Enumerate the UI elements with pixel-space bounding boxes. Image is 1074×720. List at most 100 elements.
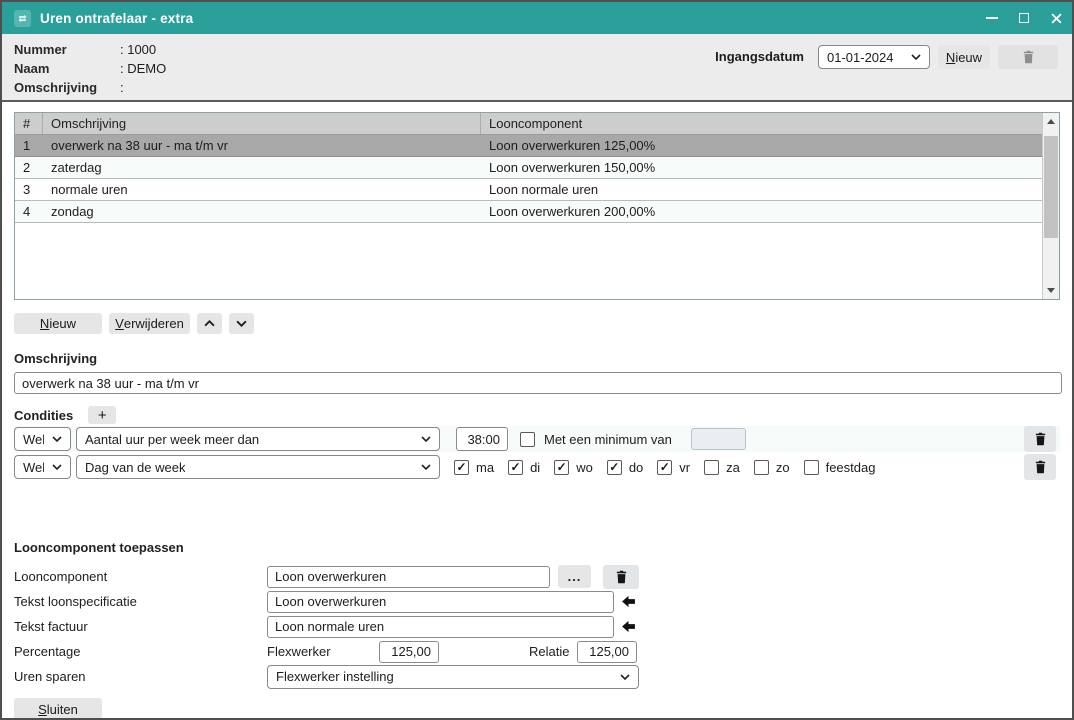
nieuw-row-button[interactable]: Nieuw xyxy=(14,313,102,334)
tekst-loonspecificatie-input[interactable] xyxy=(267,591,614,613)
day-checkbox-wo[interactable] xyxy=(554,460,569,475)
col-num[interactable]: # xyxy=(15,113,43,134)
row-looncomponent: Loon overwerkuren 200,00% xyxy=(481,201,1042,222)
day-label: vr xyxy=(679,460,690,475)
record-fields: Nummer : 1000 Naam : DEMO Omschrijving : xyxy=(14,40,715,100)
day-checkbox-item: wo xyxy=(554,460,593,475)
tekst-loonspecificatie-label: Tekst loonspecificatie xyxy=(14,594,267,609)
triangle-down-icon xyxy=(1047,288,1055,293)
ingangsdatum-group: Ingangsdatum 01-01-2024 Nieuw xyxy=(715,40,1058,100)
day-checkbox-item: za xyxy=(704,460,740,475)
tekst-factuur-row: Tekst factuur xyxy=(14,614,1060,639)
scroll-thumb[interactable] xyxy=(1044,136,1058,238)
row-looncomponent: Loon overwerkuren 125,00% xyxy=(481,135,1042,156)
day-checkbox-item: do xyxy=(607,460,643,475)
col-looncomponent[interactable]: Looncomponent xyxy=(481,113,1042,134)
uren-sparen-row: Uren sparen Flexwerker instelling xyxy=(14,664,1060,689)
day-label: za xyxy=(726,460,740,475)
ingangsdatum-select[interactable]: 01-01-2024 xyxy=(818,45,930,69)
move-down-button[interactable] xyxy=(229,313,254,334)
table-row[interactable]: 3 normale uren Loon normale uren xyxy=(15,179,1042,201)
condition-type-value: Aantal uur per week meer dan xyxy=(85,432,259,447)
col-omschrijving[interactable]: Omschrijving xyxy=(43,113,481,134)
relatie-percentage-input[interactable] xyxy=(577,641,637,663)
wel-value: Wel xyxy=(23,432,44,447)
table-row[interactable]: 4 zondag Loon overwerkuren 200,00% xyxy=(15,201,1042,223)
row-omschrijving: normale uren xyxy=(43,179,481,200)
chevron-down-icon xyxy=(421,436,431,442)
naam-value: : DEMO xyxy=(120,59,166,78)
tekst-factuur-input[interactable] xyxy=(267,616,614,638)
close-button[interactable] xyxy=(1040,2,1072,34)
minimum-input[interactable] xyxy=(691,428,746,450)
scroll-up-button[interactable] xyxy=(1043,113,1059,130)
uren-sparen-label: Uren sparen xyxy=(14,669,267,684)
minimum-checkbox[interactable] xyxy=(520,432,535,447)
day-checkbox-di[interactable] xyxy=(508,460,523,475)
nieuw-version-button[interactable]: Nieuw xyxy=(938,45,990,69)
day-checkbox-item: zo xyxy=(754,460,790,475)
table-scrollbar[interactable] xyxy=(1042,113,1059,299)
day-checkbox-za[interactable] xyxy=(704,460,719,475)
condition-type-select[interactable]: Aantal uur per week meer dan xyxy=(76,427,440,451)
browse-button[interactable]: ... xyxy=(558,565,591,588)
omschrijving-label: Omschrijving xyxy=(14,78,120,97)
maximize-button[interactable] xyxy=(1008,2,1040,34)
field-nummer: Nummer : 1000 xyxy=(14,40,715,59)
trash-icon xyxy=(1034,432,1047,446)
tekst-loonspecificatie-row: Tekst loonspecificatie xyxy=(14,589,1060,614)
row-num: 1 xyxy=(15,135,43,156)
table-row[interactable]: 1 overwerk na 38 uur - ma t/m vr Loon ov… xyxy=(15,135,1042,157)
minimum-group: Met een minimum van xyxy=(520,428,746,450)
day-label: wo xyxy=(576,460,593,475)
day-checkbox-item: vr xyxy=(657,460,690,475)
delete-condition-button[interactable] xyxy=(1024,454,1056,480)
field-omschrijving: Omschrijving : xyxy=(14,78,715,97)
hours-input[interactable] xyxy=(456,427,508,451)
scroll-down-button[interactable] xyxy=(1043,282,1059,299)
looncomponent-input[interactable] xyxy=(267,566,550,588)
day-checkbox-item: ma xyxy=(454,460,494,475)
swap-arrows-icon xyxy=(14,10,31,27)
delete-condition-button[interactable] xyxy=(1024,426,1056,452)
condition-type-value: Dag van de week xyxy=(85,460,185,475)
day-checkbox-vr[interactable] xyxy=(657,460,672,475)
add-condition-button[interactable]: + xyxy=(88,406,116,424)
row-num: 2 xyxy=(15,157,43,178)
omschrijving-input[interactable] xyxy=(14,372,1062,394)
move-up-button[interactable] xyxy=(197,313,222,334)
day-label: ma xyxy=(476,460,494,475)
wel-select[interactable]: Wel xyxy=(14,455,71,479)
verwijderen-button[interactable]: Verwijderen xyxy=(109,313,190,334)
nummer-value: : 1000 xyxy=(120,40,156,59)
clear-looncomponent-button[interactable] xyxy=(603,565,639,589)
arrow-left-icon xyxy=(621,595,636,608)
flexwerker-percentage-input[interactable] xyxy=(379,641,439,663)
chevron-down-icon xyxy=(421,464,431,470)
day-checkbox-ma[interactable] xyxy=(454,460,469,475)
day-checkbox-zo[interactable] xyxy=(754,460,769,475)
minimize-button[interactable] xyxy=(976,2,1008,34)
copy-left-button[interactable] xyxy=(621,620,636,633)
condition-type-select[interactable]: Dag van de week xyxy=(76,455,440,479)
delete-version-button[interactable] xyxy=(998,45,1058,69)
triangle-up-icon xyxy=(1047,119,1055,124)
chevron-down-icon xyxy=(52,436,62,442)
wel-select[interactable]: Wel xyxy=(14,427,71,451)
uren-sparen-select[interactable]: Flexwerker instelling xyxy=(267,665,639,689)
day-checkbox-do[interactable] xyxy=(607,460,622,475)
list-actions: Nieuw Verwijderen xyxy=(14,313,1060,334)
scroll-track[interactable] xyxy=(1043,130,1059,282)
row-omschrijving: zaterdag xyxy=(43,157,481,178)
table-row[interactable]: 2 zaterdag Loon overwerkuren 150,00% xyxy=(15,157,1042,179)
chevron-down-icon xyxy=(911,54,921,60)
day-checkbox-feestdag[interactable] xyxy=(804,460,819,475)
sluiten-button[interactable]: Sluiten xyxy=(14,698,102,720)
omschrijving-section-label: Omschrijving xyxy=(14,351,1060,366)
tekst-factuur-label: Tekst factuur xyxy=(14,619,267,634)
condition-row: Wel Aantal uur per week meer dan Met een… xyxy=(14,426,1060,452)
uren-sparen-value: Flexwerker instelling xyxy=(276,669,394,684)
looncomponent-field-label: Looncomponent xyxy=(14,569,267,584)
rules-table: # Omschrijving Looncomponent 1 overwerk … xyxy=(14,112,1060,300)
copy-left-button[interactable] xyxy=(621,595,636,608)
